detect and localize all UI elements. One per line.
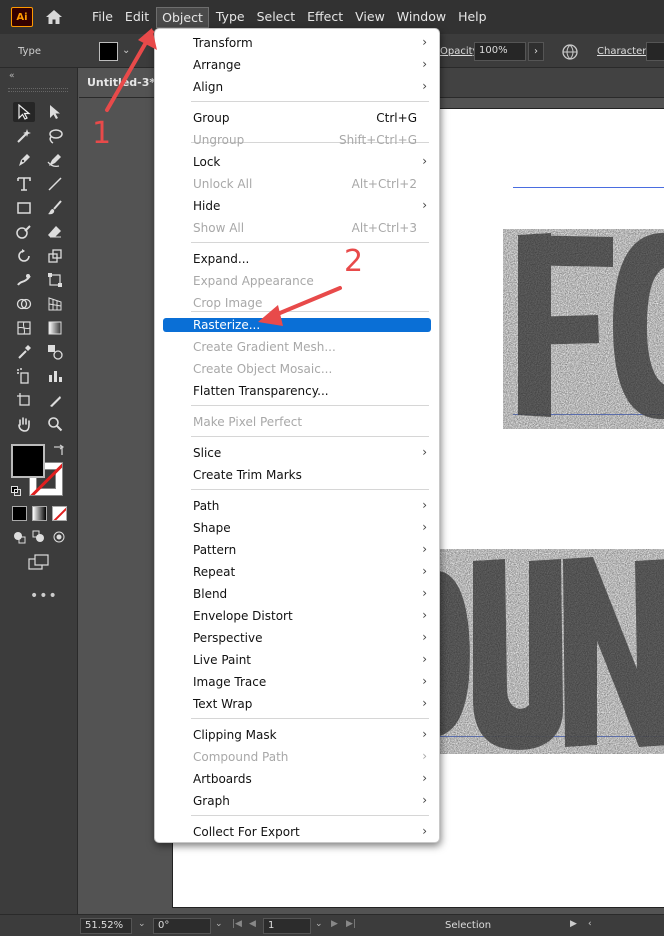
illustrator-window: Ai File Edit Object Type Select Effect View Win…: [0, 0, 664, 936]
annotation-step-1: 1: [92, 116, 112, 151]
annotation-step-2: 2: [344, 244, 364, 279]
